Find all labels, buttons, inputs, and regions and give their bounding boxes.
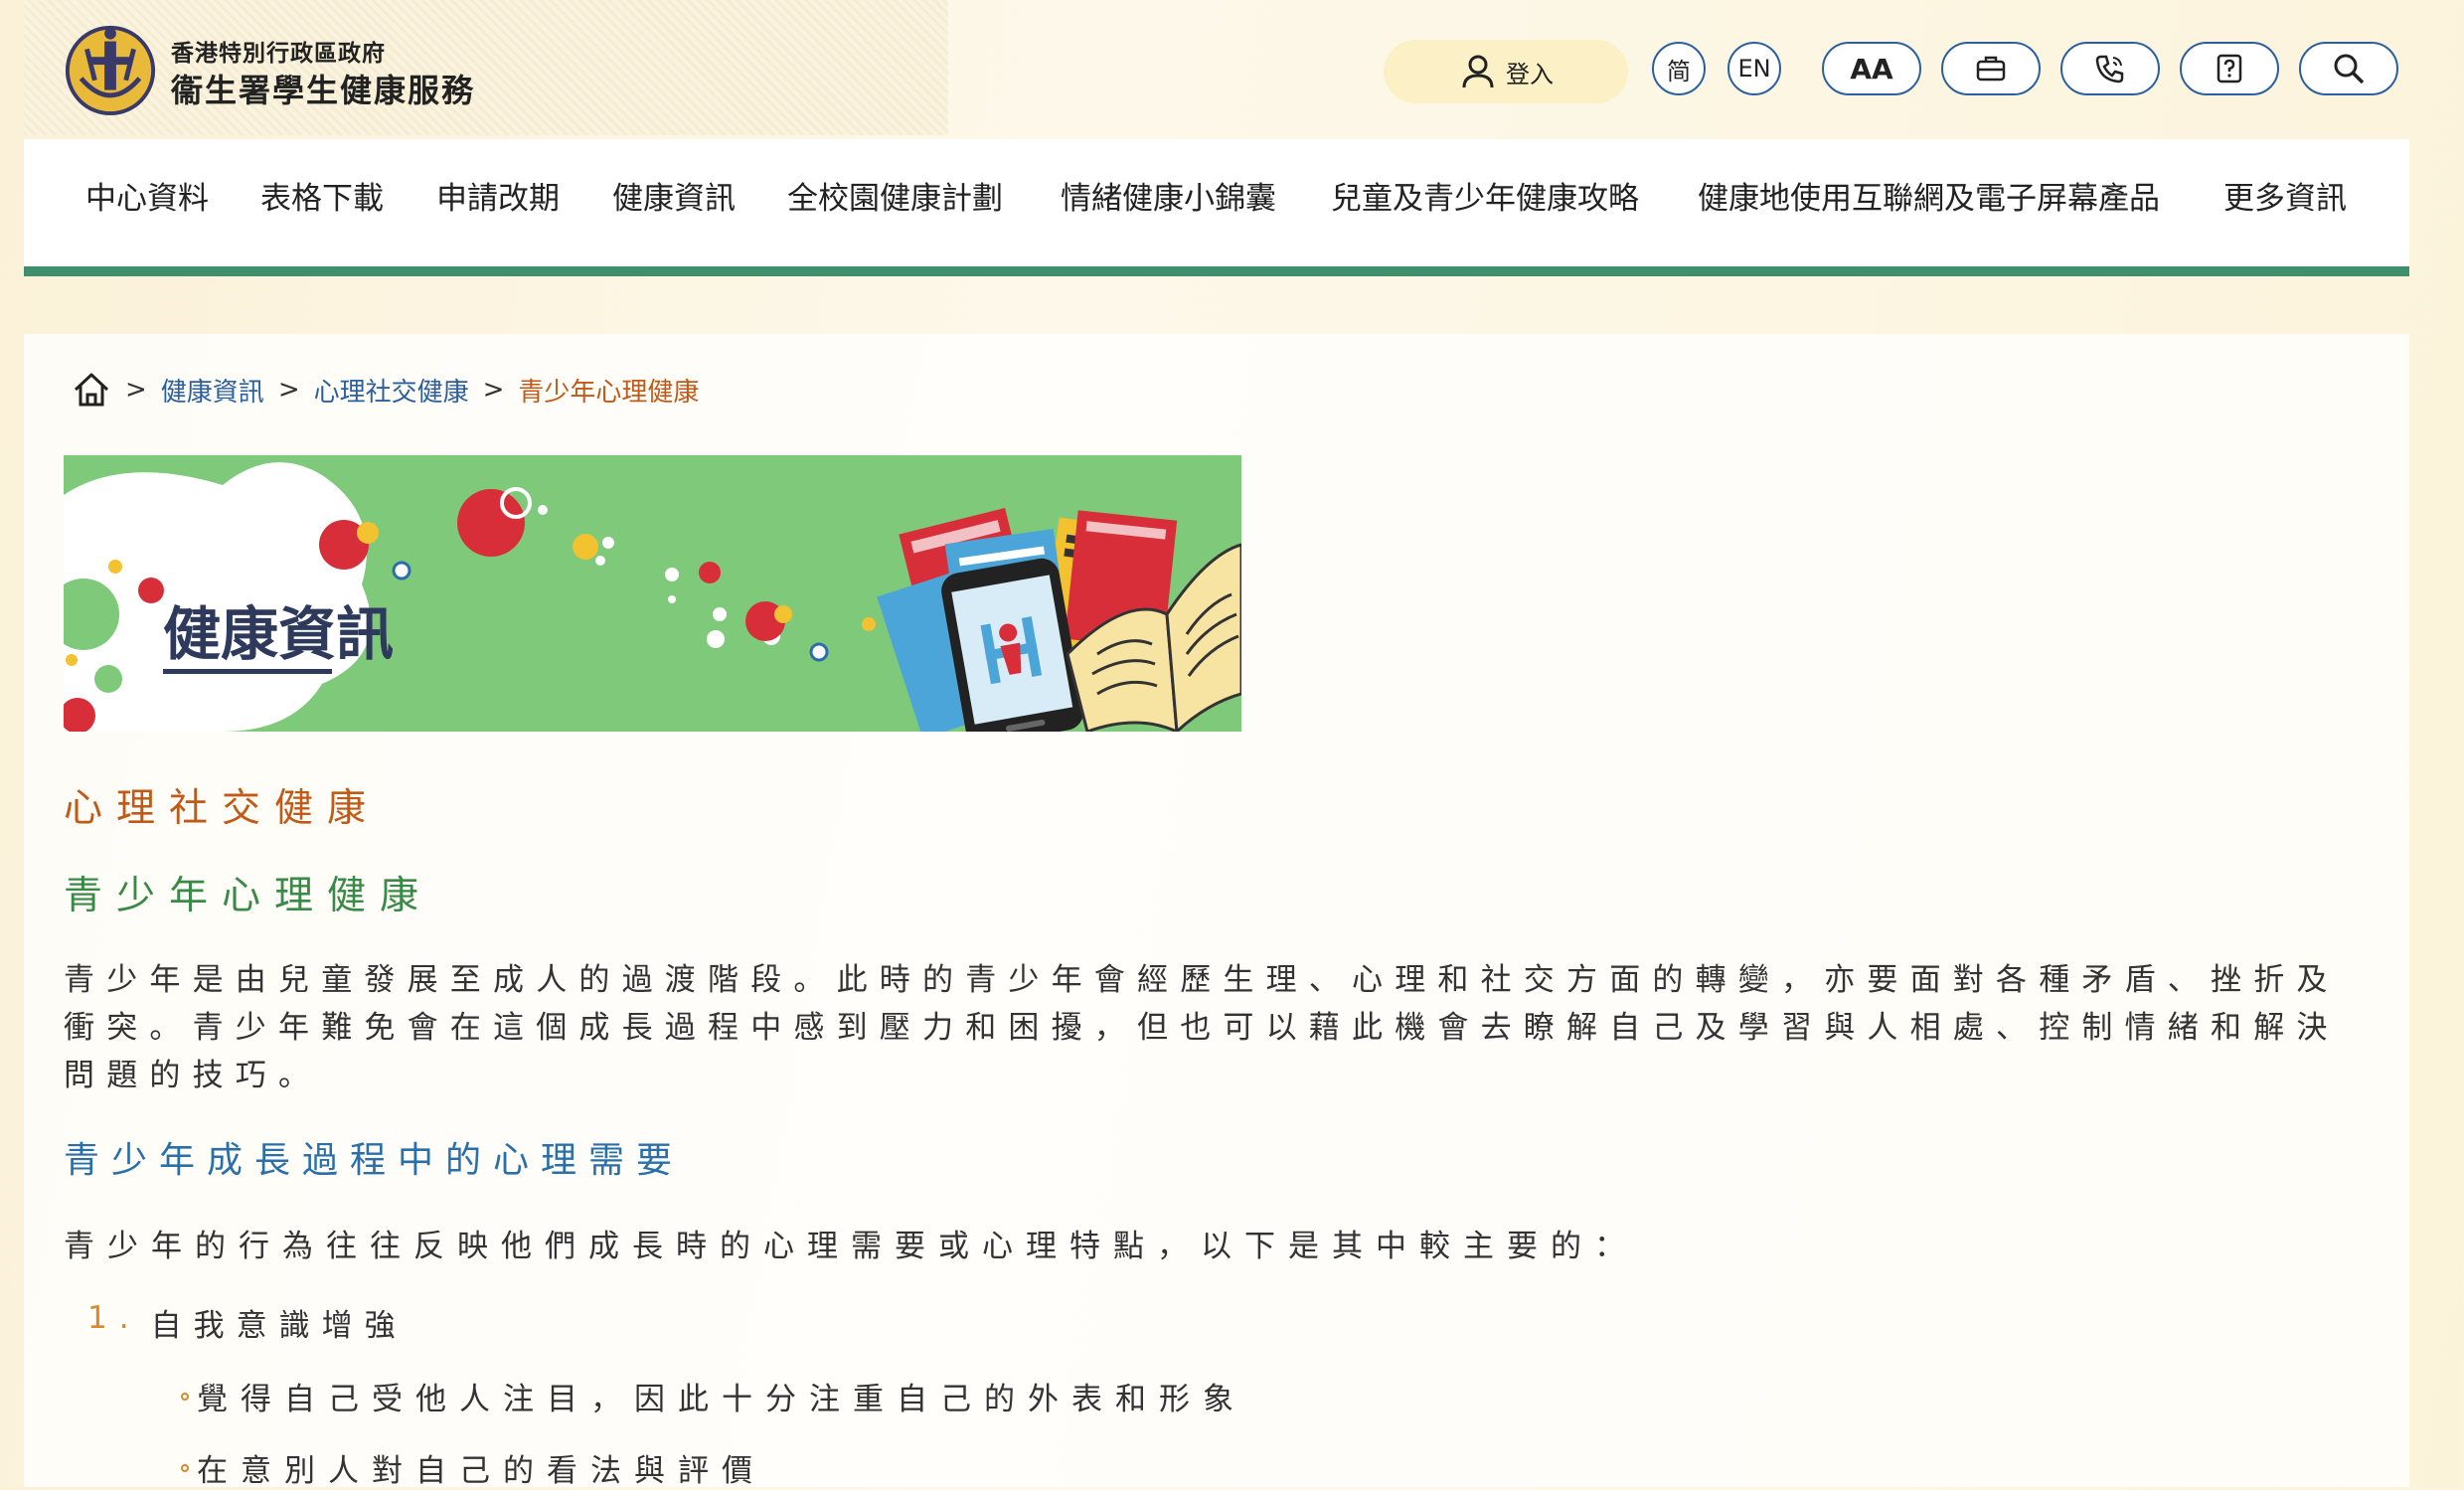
site-logo[interactable]: 香港特別行政區政府 衞生署學生健康服務 — [24, 0, 948, 135]
search-button[interactable] — [2299, 42, 2398, 95]
breadcrumb-current: 青少年心理健康 — [518, 377, 700, 408]
font-size-label: AA — [1850, 52, 1893, 85]
nav-item-reschedule[interactable]: 申請改期 — [436, 173, 560, 218]
government-emblem-icon — [65, 25, 156, 116]
banner-title: 健康資訊 — [163, 600, 394, 668]
breadcrumb-separator: > — [482, 375, 505, 405]
bullet-dot-icon — [181, 1463, 189, 1472]
nav-item-whole-school[interactable]: 全校園健康計劃 — [787, 173, 1003, 218]
breadcrumb-link-psychosocial[interactable]: 心理社交健康 — [314, 372, 469, 409]
nav-item-emotional-tips[interactable]: 情緒健康小錦囊 — [1061, 173, 1276, 218]
org-name-line2: 衞生署學生健康服務 — [171, 72, 476, 109]
bullet-item: 在意別人對自己的看法與評價 — [181, 1445, 765, 1490]
site-header: 香港特別行政區政府 衞生署學生健康服務 登入 简 EN AA — [0, 0, 2464, 139]
list-item: 1. 自我意識增強 — [87, 1300, 408, 1345]
help-button[interactable] — [2180, 42, 2279, 95]
nav-item-more-info[interactable]: 更多資訊 — [2223, 173, 2347, 218]
bullet-item: 覺得自己受他人注目，因此十分注重自己的外表和形象 — [181, 1374, 1246, 1418]
lead-paragraph: 青少年的行為往往反映他們成長時的心理需要或心理特點，以下是其中較主要的： — [64, 1229, 1638, 1264]
breadcrumb: > 健康資訊 > 心理社交健康 > 青少年心理健康 — [72, 370, 699, 410]
breadcrumb-link-health-info[interactable]: 健康資訊 — [161, 372, 264, 409]
nav-divider — [24, 266, 2409, 276]
list-item-title: 自我意識增強 — [150, 1308, 408, 1344]
main-content: > 健康資訊 > 心理社交健康 > 青少年心理健康 健康資訊 心理社交健康 青少… — [24, 334, 2409, 1490]
nav-item-health-info[interactable]: 健康資訊 — [612, 173, 736, 218]
bullet-dot-icon — [181, 1392, 189, 1401]
help-icon — [2217, 54, 2242, 83]
nav-item-centre-info[interactable]: 中心資料 — [85, 173, 209, 218]
nav-item-form-download[interactable]: 表格下載 — [260, 173, 384, 218]
topic-title: 青少年心理健康 — [64, 874, 433, 918]
section-title: 心理社交健康 — [64, 786, 381, 831]
org-name-line1: 香港特別行政區政府 — [171, 41, 386, 67]
nav-item-internet-screen[interactable]: 健康地使用互聯網及電子屏幕產品 — [1698, 173, 2160, 218]
breadcrumb-separator: > — [125, 375, 147, 405]
login-label: 登入 — [1506, 60, 1554, 88]
bullet-text: 在意別人對自己的看法與評價 — [197, 1453, 765, 1489]
subheading: 青少年成長過程中的心理需要 — [64, 1140, 685, 1181]
font-size-button[interactable]: AA — [1822, 42, 1921, 95]
phone-icon — [2095, 55, 2124, 83]
breadcrumb-separator: > — [277, 375, 300, 405]
health-info-banner: 健康資訊 — [64, 455, 1241, 732]
bullet-text: 覺得自己受他人注目，因此十分注重自己的外表和形象 — [197, 1382, 1246, 1417]
search-icon — [2334, 54, 2365, 84]
lang-simplified-button[interactable]: 简 — [1652, 42, 1706, 95]
nav-item-youth-health-guide[interactable]: 兒童及青少年健康攻略 — [1331, 173, 1639, 218]
user-icon — [1462, 55, 1494, 88]
intro-paragraph: 青少年是由兒童發展至成人的過渡階段。此時的青少年會經歷生理、心理和社交方面的轉變… — [64, 962, 2340, 1093]
toolbox-button[interactable] — [1941, 42, 2041, 95]
briefcase-icon — [1976, 56, 2006, 82]
main-navigation: 中心資料 表格下載 申請改期 健康資訊 全校園健康計劃 情緒健康小錦囊 兒童及青… — [24, 139, 2409, 268]
list-item-number: 1. — [87, 1300, 141, 1336]
lang-english-button[interactable]: EN — [1727, 42, 1781, 95]
contact-button[interactable] — [2060, 42, 2160, 95]
login-button[interactable]: 登入 — [1384, 40, 1628, 103]
home-icon[interactable] — [72, 370, 111, 410]
